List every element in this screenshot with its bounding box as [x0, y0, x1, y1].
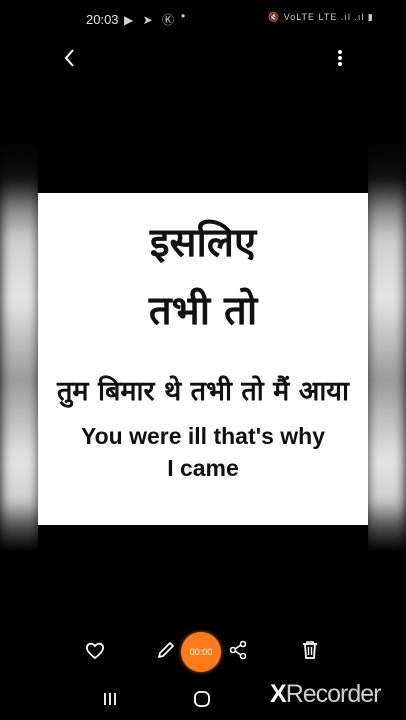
favorite-button[interactable]	[81, 636, 109, 664]
blurred-edge-left	[0, 140, 40, 550]
status-time: 20:03	[86, 12, 119, 27]
more-vertical-icon	[338, 50, 342, 66]
back-button[interactable]	[56, 44, 84, 72]
watermark-x: X	[270, 680, 287, 708]
edit-button[interactable]	[152, 636, 180, 664]
home-icon	[194, 691, 210, 707]
heart-icon	[86, 642, 104, 660]
english-sentence-line-1: You were ill that's why	[80, 423, 326, 449]
status-bar: 20:03 ▶ ➤ Ⓚ • 🔇 VoLTE LTE .ıl .ıl ▮	[0, 0, 406, 40]
share-icon	[229, 640, 247, 660]
home-button[interactable]	[187, 684, 217, 714]
blurred-edge-right	[366, 140, 406, 550]
image-top-border	[38, 140, 368, 193]
hindi-sentence: तुम बिमार थे तभी तो मैं आया	[57, 376, 349, 407]
delete-button[interactable]	[296, 636, 324, 664]
image-viewer[interactable]: इसलिए तभी तो तुम बिमार थे तभी तो मैं आया…	[0, 140, 406, 550]
xrecorder-watermark: XRecorder	[270, 680, 382, 709]
more-notifications-icon: •	[181, 9, 186, 23]
image-content: इसलिए तभी तो तुम बिमार थे तभी तो मैं आया…	[38, 193, 368, 525]
hindi-heading-2: तभी तो	[148, 288, 258, 334]
notification-icons: ▶ ➤ Ⓚ	[124, 13, 177, 27]
watermark-text: Recorder	[285, 680, 382, 708]
recent-apps-icon	[104, 693, 116, 705]
english-sentence-line-2: I came	[167, 455, 239, 481]
signal-battery-icons: 🔇 VoLTE LTE .ıl .ıl ▮	[268, 12, 374, 22]
pencil-icon	[158, 642, 174, 658]
recent-apps-button[interactable]	[95, 684, 125, 714]
chevron-left-icon	[64, 49, 74, 67]
trash-icon	[303, 641, 317, 659]
share-button[interactable]	[224, 636, 252, 664]
recording-timer[interactable]: 00:00	[181, 632, 221, 672]
image-bottom-border	[38, 525, 368, 550]
more-options-button[interactable]	[328, 44, 352, 72]
hindi-heading-1: इसलिए	[149, 220, 257, 266]
